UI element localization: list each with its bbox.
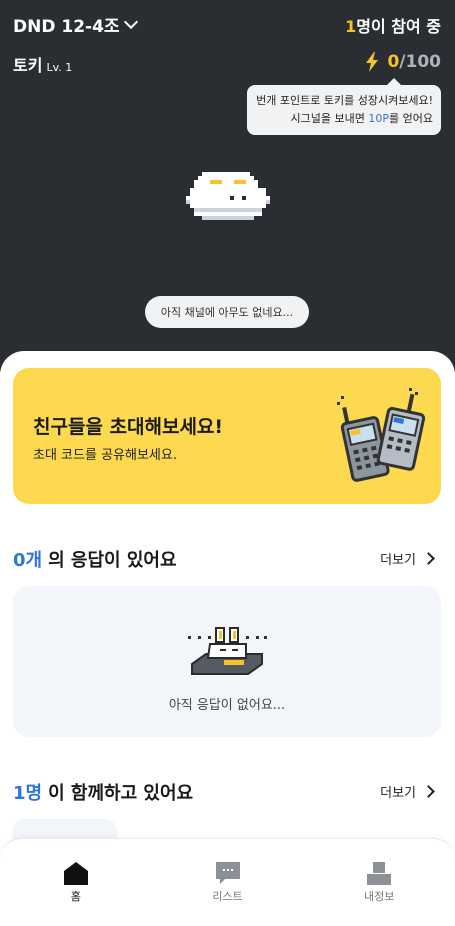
chevron-right-icon: [422, 552, 435, 565]
empty-channel-pill: 아직 채널에 아무도 없네요...: [145, 296, 309, 328]
answers-more-button[interactable]: 더보기: [380, 549, 435, 568]
invite-banner[interactable]: 친구들을 초대해보세요! 초대 코드를 공유해보세요.: [13, 368, 441, 504]
nav-home-label: 홈: [70, 890, 81, 903]
members-section-title: 1명 이 함께하고 있어요: [13, 779, 193, 805]
chat-list-icon: [215, 862, 240, 884]
chevron-down-icon: [123, 14, 138, 29]
tooltip-points-value: 10P: [368, 112, 390, 125]
pet-level: Lv. 1: [46, 61, 73, 74]
nav-profile[interactable]: 내정보: [303, 839, 455, 926]
points-current: 0: [387, 52, 400, 72]
chevron-right-icon: [422, 785, 435, 798]
nav-list[interactable]: 리스트: [152, 839, 304, 926]
profile-icon: [367, 862, 392, 885]
participants-status: 1명이 참여 중: [345, 13, 441, 37]
members-count: 1명: [13, 783, 43, 804]
lightning-icon: [366, 52, 379, 72]
participants-count: 1: [345, 17, 357, 36]
answers-empty-message: 아직 응답이 없어요...: [168, 698, 286, 713]
participants-label: 명이 참여 중: [356, 17, 441, 36]
bottom-navigation: 홈 리스트 내정보: [0, 838, 455, 926]
answers-count: 0개: [13, 550, 43, 571]
answers-more-label: 더보기: [380, 553, 416, 568]
nav-profile-label: 내정보: [363, 890, 395, 903]
members-more-button[interactable]: 더보기: [380, 782, 435, 801]
points-indicator[interactable]: 0/100: [365, 52, 441, 72]
pet-character-icon[interactable]: [186, 168, 270, 224]
sleeping-bunny-icon: [188, 627, 267, 675]
channel-name: DND 12-4조: [13, 17, 120, 37]
channel-selector[interactable]: DND 12-4조: [13, 12, 138, 37]
nav-list-label: 리스트: [212, 890, 243, 903]
answers-title-label: 의 응답이 있어요: [48, 550, 177, 571]
members-more-label: 더보기: [380, 786, 416, 801]
points-tooltip: 번개 포인트로 토키를 성장시켜보세요! 시그널을 보내면 10P를 얻어요: [247, 78, 441, 135]
answers-empty-card: 아직 응답이 없어요...: [13, 586, 441, 737]
members-title-label: 이 함께하고 있어요: [48, 783, 194, 804]
hero-section: DND 12-4조 1명이 참여 중 토키 Lv. 1 0/100 번개 포인트…: [0, 0, 455, 372]
pet-name: 토키: [13, 56, 43, 75]
invite-subtitle: 초대 코드를 공유해보세요.: [33, 448, 177, 463]
points-max: 100: [405, 52, 442, 72]
nav-home[interactable]: 홈: [0, 839, 152, 926]
tooltip-line2: 시그널을 보내면 10P를 얻어요: [290, 112, 433, 125]
home-icon: [63, 862, 88, 885]
walkie-talkie-icon: [337, 388, 426, 482]
tooltip-line1: 번개 포인트로 토키를 성장시켜보세요!: [256, 94, 433, 107]
invite-title: 친구들을 초대해보세요!: [33, 416, 224, 438]
answers-section-title: 0개 의 응답이 있어요: [13, 546, 177, 572]
pet-title: 토키 Lv. 1: [13, 52, 72, 76]
